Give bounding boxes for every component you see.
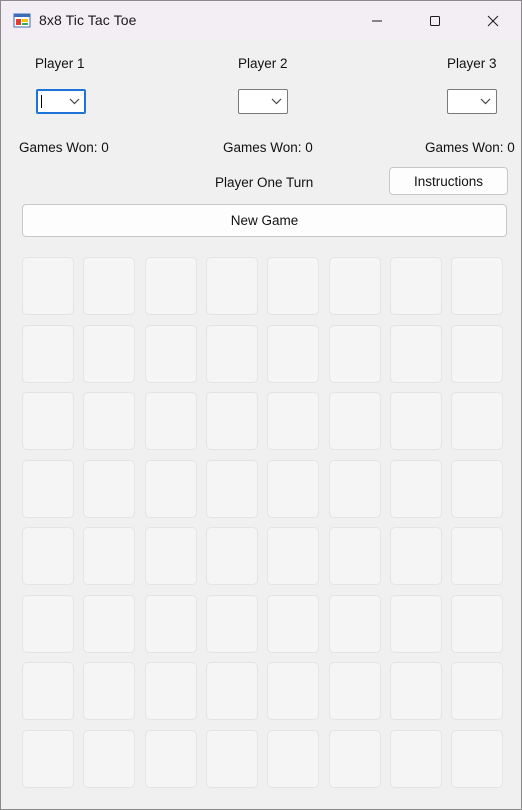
app-icon: [13, 13, 31, 28]
board-cell[interactable]: [206, 257, 258, 315]
board-cell[interactable]: [267, 392, 319, 450]
board-cell[interactable]: [145, 527, 197, 585]
board-cell[interactable]: [145, 730, 197, 788]
board-cell[interactable]: [390, 730, 442, 788]
board-cell[interactable]: [22, 460, 74, 518]
board-cell[interactable]: [206, 730, 258, 788]
board-cell[interactable]: [451, 730, 503, 788]
board-cell[interactable]: [329, 662, 381, 720]
maximize-button[interactable]: [406, 1, 464, 41]
board-cell[interactable]: [22, 257, 74, 315]
new-game-button[interactable]: New Game: [22, 204, 507, 237]
board-cell[interactable]: [145, 392, 197, 450]
game-board: [22, 257, 507, 797]
board-cell[interactable]: [390, 392, 442, 450]
close-icon: [487, 15, 499, 27]
board-cell[interactable]: [83, 662, 135, 720]
board-cell[interactable]: [22, 730, 74, 788]
board-cell[interactable]: [206, 392, 258, 450]
board-cell[interactable]: [329, 257, 381, 315]
minimize-icon: [372, 20, 382, 22]
player-1-select[interactable]: [36, 89, 86, 114]
player-1-games-won: Games Won: 0: [19, 140, 109, 155]
board-cell[interactable]: [267, 527, 319, 585]
board-cell[interactable]: [451, 527, 503, 585]
board-cell[interactable]: [206, 325, 258, 383]
player-3-select[interactable]: [447, 89, 497, 114]
board-cell[interactable]: [83, 527, 135, 585]
board-cell[interactable]: [451, 325, 503, 383]
board-cell[interactable]: [206, 595, 258, 653]
board-cell[interactable]: [22, 527, 74, 585]
board-cell[interactable]: [329, 392, 381, 450]
board-cell[interactable]: [451, 257, 503, 315]
board-cell[interactable]: [390, 257, 442, 315]
chevron-down-icon: [480, 98, 491, 105]
board-cell[interactable]: [145, 325, 197, 383]
board-cell[interactable]: [206, 527, 258, 585]
board-cell[interactable]: [329, 325, 381, 383]
board-cell[interactable]: [390, 595, 442, 653]
board-cell[interactable]: [329, 527, 381, 585]
chevron-down-icon: [69, 98, 80, 105]
title-bar[interactable]: 8x8 Tic Tac Toe: [1, 1, 521, 41]
board-cell[interactable]: [390, 460, 442, 518]
board-cell[interactable]: [451, 595, 503, 653]
player-2-select[interactable]: [238, 89, 288, 114]
board-cell[interactable]: [22, 662, 74, 720]
board-cell[interactable]: [206, 662, 258, 720]
chevron-down-icon: [271, 98, 282, 105]
maximize-icon: [430, 16, 440, 26]
board-cell[interactable]: [22, 392, 74, 450]
board-cell[interactable]: [83, 257, 135, 315]
board-cell[interactable]: [390, 325, 442, 383]
board-cell[interactable]: [83, 392, 135, 450]
board-cell[interactable]: [145, 257, 197, 315]
board-cell[interactable]: [329, 730, 381, 788]
board-cell[interactable]: [206, 460, 258, 518]
board-cell[interactable]: [329, 595, 381, 653]
board-cell[interactable]: [22, 595, 74, 653]
board-cell[interactable]: [83, 460, 135, 518]
board-cell[interactable]: [267, 730, 319, 788]
instructions-button[interactable]: Instructions: [389, 167, 508, 195]
board-cell[interactable]: [451, 392, 503, 450]
window-title: 8x8 Tic Tac Toe: [39, 12, 137, 28]
player-1-label: Player 1: [35, 56, 85, 71]
player-2-games-won: Games Won: 0: [223, 140, 313, 155]
board-cell[interactable]: [267, 595, 319, 653]
board-cell[interactable]: [390, 527, 442, 585]
minimize-button[interactable]: [348, 1, 406, 41]
board-cell[interactable]: [145, 460, 197, 518]
board-cell[interactable]: [83, 325, 135, 383]
board-cell[interactable]: [390, 662, 442, 720]
board-cell[interactable]: [267, 257, 319, 315]
board-cell[interactable]: [267, 325, 319, 383]
text-cursor: [41, 95, 42, 108]
player-2-label: Player 2: [238, 56, 288, 71]
board-cell[interactable]: [451, 460, 503, 518]
close-button[interactable]: [464, 1, 521, 41]
app-window: 8x8 Tic Tac Toe Player 1 Player 2 Player…: [0, 0, 522, 810]
board-cell[interactable]: [329, 460, 381, 518]
board-cell[interactable]: [145, 662, 197, 720]
board-cell[interactable]: [83, 595, 135, 653]
board-cell[interactable]: [267, 662, 319, 720]
board-cell[interactable]: [267, 460, 319, 518]
player-3-games-won: Games Won: 0: [425, 140, 515, 155]
board-cell[interactable]: [145, 595, 197, 653]
turn-status: Player One Turn: [215, 175, 314, 190]
board-cell[interactable]: [22, 325, 74, 383]
board-cell[interactable]: [83, 730, 135, 788]
board-cell[interactable]: [451, 662, 503, 720]
player-3-label: Player 3: [447, 56, 497, 71]
